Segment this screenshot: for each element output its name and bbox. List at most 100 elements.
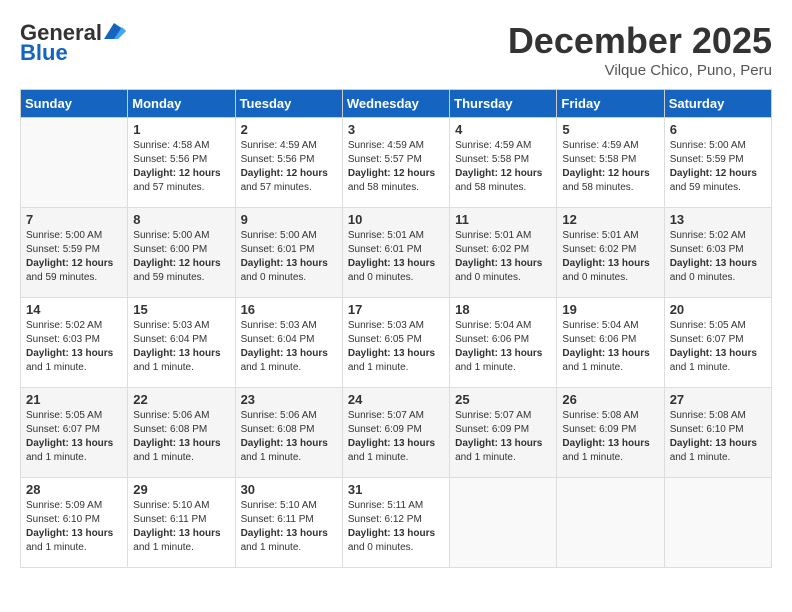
day-number: 19 [562,302,658,317]
calendar-week-row: 7 Sunrise: 5:00 AMSunset: 5:59 PMDaylight… [21,208,772,298]
month-title: December 2025 [508,20,772,62]
calendar-cell: 24 Sunrise: 5:07 AMSunset: 6:09 PMDayligh… [342,388,449,478]
day-number: 25 [455,392,551,407]
calendar-cell: 22Sunrise: 5:06 AMSunset: 6:08 PMDayligh… [128,388,235,478]
day-number: 2 [241,122,337,137]
day-number: 5 [562,122,658,137]
calendar-cell: 18 Sunrise: 5:04 AMSunset: 6:06 PMDayligh… [450,298,557,388]
logo: General Blue [20,20,126,66]
calendar-cell: 23Sunrise: 5:06 AMSunset: 6:08 PMDayligh… [235,388,342,478]
weekday-header: Saturday [664,90,771,118]
weekday-header: Sunday [21,90,128,118]
day-info: Sunrise: 5:05 AMSunset: 6:07 PMDaylight:… [26,409,122,465]
day-number: 3 [348,122,444,137]
day-info: Sunrise: 5:03 AMSunset: 6:04 PMDaylight:… [241,319,337,375]
day-info: Sunrise: 5:03 AMSunset: 6:04 PMDaylight:… [133,319,229,375]
calendar-cell: 10Sunrise: 5:01 AMSunset: 6:01 PMDayligh… [342,208,449,298]
day-info: Sunrise: 5:00 AMSunset: 5:59 PMDaylight:… [26,229,122,285]
day-number: 27 [670,392,766,407]
day-number: 14 [26,302,122,317]
calendar-cell: 28 Sunrise: 5:09 AMSunset: 6:10 PMDayligh… [21,478,128,568]
weekday-header: Thursday [450,90,557,118]
day-info: Sunrise: 5:10 AMSunset: 6:11 PMDaylight:… [133,499,229,555]
calendar-cell: 3Sunrise: 4:59 AMSunset: 5:57 PMDaylight… [342,118,449,208]
day-info: Sunrise: 5:10 AMSunset: 6:11 PMDaylight:… [241,499,337,555]
day-info: Sunrise: 5:05 AMSunset: 6:07 PMDaylight:… [670,319,766,375]
day-number: 30 [241,482,337,497]
day-info: Sunrise: 5:04 AMSunset: 6:06 PMDaylight:… [562,319,658,375]
logo-blue: Blue [20,40,68,66]
day-number: 12 [562,212,658,227]
day-number: 16 [241,302,337,317]
day-info: Sunrise: 5:01 AMSunset: 6:01 PMDaylight:… [348,229,444,285]
day-info: Sunrise: 5:00 AMSunset: 6:01 PMDaylight:… [241,229,337,285]
calendar-cell: 4 Sunrise: 4:59 AMSunset: 5:58 PMDaylight… [450,118,557,208]
weekday-header: Wednesday [342,90,449,118]
calendar-table: SundayMondayTuesdayWednesdayThursdayFrid… [20,89,772,568]
day-info: Sunrise: 5:08 AMSunset: 6:09 PMDaylight:… [562,409,658,465]
day-number: 4 [455,122,551,137]
day-info: Sunrise: 5:01 AMSunset: 6:02 PMDaylight:… [455,229,551,285]
day-info: Sunrise: 5:02 AMSunset: 6:03 PMDaylight:… [26,319,122,375]
calendar-cell: 7 Sunrise: 5:00 AMSunset: 5:59 PMDaylight… [21,208,128,298]
day-info: Sunrise: 5:01 AMSunset: 6:02 PMDaylight:… [562,229,658,285]
calendar-cell: 9 Sunrise: 5:00 AMSunset: 6:01 PMDaylight… [235,208,342,298]
calendar-cell: 25 Sunrise: 5:07 AMSunset: 6:09 PMDayligh… [450,388,557,478]
calendar-cell [664,478,771,568]
day-number: 6 [670,122,766,137]
day-info: Sunrise: 5:07 AMSunset: 6:09 PMDaylight:… [348,409,444,465]
calendar-cell: 21 Sunrise: 5:05 AMSunset: 6:07 PMDayligh… [21,388,128,478]
day-info: Sunrise: 4:59 AMSunset: 5:58 PMDaylight:… [455,139,551,195]
day-number: 20 [670,302,766,317]
calendar-cell: 5 Sunrise: 4:59 AMSunset: 5:58 PMDaylight… [557,118,664,208]
day-info: Sunrise: 5:04 AMSunset: 6:06 PMDaylight:… [455,319,551,375]
calendar-cell: 29Sunrise: 5:10 AMSunset: 6:11 PMDayligh… [128,478,235,568]
calendar-week-row: 21 Sunrise: 5:05 AMSunset: 6:07 PMDayligh… [21,388,772,478]
day-number: 26 [562,392,658,407]
day-info: Sunrise: 4:59 AMSunset: 5:58 PMDaylight:… [562,139,658,195]
day-number: 11 [455,212,551,227]
day-info: Sunrise: 5:09 AMSunset: 6:10 PMDaylight:… [26,499,122,555]
day-info: Sunrise: 5:00 AMSunset: 5:59 PMDaylight:… [670,139,766,195]
calendar-cell: 31Sunrise: 5:11 AMSunset: 6:12 PMDayligh… [342,478,449,568]
calendar-cell: 27 Sunrise: 5:08 AMSunset: 6:10 PMDayligh… [664,388,771,478]
day-info: Sunrise: 5:11 AMSunset: 6:12 PMDaylight:… [348,499,444,555]
weekday-header-row: SundayMondayTuesdayWednesdayThursdayFrid… [21,90,772,118]
day-number: 7 [26,212,122,227]
day-info: Sunrise: 5:08 AMSunset: 6:10 PMDaylight:… [670,409,766,465]
day-info: Sunrise: 5:07 AMSunset: 6:09 PMDaylight:… [455,409,551,465]
calendar-cell: 11 Sunrise: 5:01 AMSunset: 6:02 PMDayligh… [450,208,557,298]
weekday-header: Friday [557,90,664,118]
calendar-week-row: 1 Sunrise: 4:58 AMSunset: 5:56 PMDaylight… [21,118,772,208]
day-number: 9 [241,212,337,227]
calendar-cell: 30 Sunrise: 5:10 AMSunset: 6:11 PMDayligh… [235,478,342,568]
calendar-cell: 12 Sunrise: 5:01 AMSunset: 6:02 PMDayligh… [557,208,664,298]
day-number: 24 [348,392,444,407]
page-header: General Blue December 2025 Vilque Chico,… [20,20,772,79]
calendar-cell: 14 Sunrise: 5:02 AMSunset: 6:03 PMDayligh… [21,298,128,388]
day-info: Sunrise: 5:06 AMSunset: 6:08 PMDaylight:… [241,409,337,465]
calendar-cell [557,478,664,568]
day-number: 1 [133,122,229,137]
weekday-header: Monday [128,90,235,118]
day-number: 21 [26,392,122,407]
day-info: Sunrise: 5:06 AMSunset: 6:08 PMDaylight:… [133,409,229,465]
calendar-cell: 20 Sunrise: 5:05 AMSunset: 6:07 PMDayligh… [664,298,771,388]
logo-icon [104,23,126,39]
calendar-cell: 26 Sunrise: 5:08 AMSunset: 6:09 PMDayligh… [557,388,664,478]
day-number: 18 [455,302,551,317]
day-info: Sunrise: 4:58 AMSunset: 5:56 PMDaylight:… [133,139,229,195]
day-number: 8 [133,212,229,227]
calendar-week-row: 28 Sunrise: 5:09 AMSunset: 6:10 PMDayligh… [21,478,772,568]
calendar-cell: 6 Sunrise: 5:00 AMSunset: 5:59 PMDaylight… [664,118,771,208]
calendar-cell: 2Sunrise: 4:59 AMSunset: 5:56 PMDaylight… [235,118,342,208]
weekday-header: Tuesday [235,90,342,118]
calendar-cell: 13Sunrise: 5:02 AMSunset: 6:03 PMDayligh… [664,208,771,298]
title-block: December 2025 Vilque Chico, Puno, Peru [508,20,772,79]
calendar-cell: 1 Sunrise: 4:58 AMSunset: 5:56 PMDaylight… [128,118,235,208]
day-number: 28 [26,482,122,497]
day-info: Sunrise: 5:00 AMSunset: 6:00 PMDaylight:… [133,229,229,285]
calendar-cell [450,478,557,568]
calendar-cell [21,118,128,208]
calendar-cell: 17Sunrise: 5:03 AMSunset: 6:05 PMDayligh… [342,298,449,388]
